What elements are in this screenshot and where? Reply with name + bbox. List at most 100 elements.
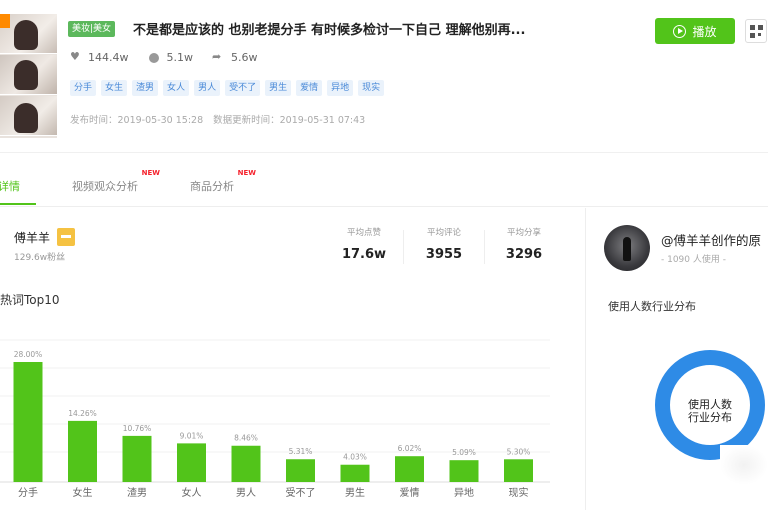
video-tag[interactable]: 女生 [101, 80, 128, 96]
video-tag[interactable]: 分手 [70, 80, 97, 96]
metric-divider [403, 230, 404, 264]
chart-value-label: 14.26% [68, 409, 97, 418]
tab-details[interactable]: 详情 [0, 178, 20, 194]
new-badge: NEW [237, 169, 256, 177]
shares-stat: 5.6w [212, 50, 258, 65]
chart-value-label: 6.02% [398, 444, 422, 453]
column-divider [585, 208, 586, 510]
creator-name[interactable]: @傅羊羊创作的原 [661, 230, 761, 249]
category-tag: 美妆|美女 [68, 21, 116, 37]
chart-value-label: 10.76% [123, 424, 152, 433]
thumbnail-figure [14, 20, 38, 50]
video-tag[interactable]: 异地 [327, 80, 354, 96]
video-tag[interactable]: 女人 [163, 80, 190, 96]
chart-category-label: 渣男 [127, 486, 147, 499]
chart-category-label: 女生 [73, 486, 93, 499]
chart-bar[interactable] [449, 460, 479, 482]
share-icon [212, 50, 223, 63]
metric-value: 3296 [505, 247, 543, 262]
video-thumbnail[interactable] [0, 14, 57, 138]
active-tab-indicator [0, 203, 36, 205]
chart-value-label: 5.30% [507, 447, 531, 456]
video-header: 美妆|美女 不是都是应该的 也别老提分手 有时候多检讨一下自己 理解他别再...… [0, 0, 768, 152]
chart-value-label: 8.46% [234, 434, 258, 443]
thumbnail-figure [14, 103, 38, 133]
avg-comments-metric: 平均评论 3955 [411, 226, 477, 270]
author-level-icon [57, 228, 75, 246]
video-stats: 144.4w 5.1w 5.6w [70, 50, 258, 65]
video-tag[interactable]: 男生 [265, 80, 292, 96]
metric-value: 3955 [425, 247, 463, 262]
tab-bar: 详情 视频观众分析 NEW 商品分析 NEW [0, 152, 768, 207]
chart-bar[interactable] [286, 459, 315, 482]
chart-category-label: 分手 [18, 486, 38, 499]
likes-stat: 144.4w [70, 50, 129, 65]
tab-label: 视频观众分析 [72, 180, 138, 193]
video-tag[interactable]: 受不了 [225, 80, 261, 96]
updated-time: 数据更新时间：2019-05-31 07:43 [213, 115, 366, 126]
chart-value-label: 5.31% [289, 447, 313, 456]
video-title[interactable]: 不是都是应该的 也别老提分手 有时候多检讨一下自己 理解他别再... [133, 19, 603, 38]
chart-category-label: 男生 [345, 486, 365, 499]
page-root: 美妆|美女 不是都是应该的 也别老提分手 有时候多检讨一下自己 理解他别再...… [0, 0, 768, 510]
video-tag[interactable]: 男人 [194, 80, 221, 96]
chart-category-label: 爱情 [400, 486, 420, 499]
tab-label: 商品分析 [190, 180, 234, 193]
video-timestamps: 发布时间：2019-05-30 15:28 数据更新时间：2019-05-31 … [70, 112, 365, 126]
blurred-overlay [720, 445, 768, 485]
metric-value: 17.6w [341, 247, 387, 262]
creator-usage-count: - 1090 人使用 - [661, 255, 726, 265]
video-tag[interactable]: 渣男 [132, 80, 159, 96]
comments-count: 5.1w [166, 51, 194, 64]
chart-title: 热词Top10 [0, 293, 60, 307]
tab-label: 详情 [0, 180, 20, 193]
donut-center-label: 使用人数 行业分布 [670, 398, 750, 424]
chart-category-label: 受不了 [286, 487, 316, 499]
chart-bar[interactable] [13, 362, 43, 482]
chart-bar[interactable] [504, 459, 533, 482]
tab-audience-analysis[interactable]: 视频观众分析 NEW [72, 169, 160, 194]
chart-value-label: 5.09% [452, 448, 476, 457]
hot-words-bar-chart: 28.00% 分手 14.26% 女生 10.76% 渣男 9.01% 女人 8.46% 男人 5.… [0, 339, 550, 499]
chart-bar[interactable] [231, 445, 261, 482]
metric-label: 平均点赞 [346, 228, 381, 238]
comments-stat: 5.1w [148, 51, 194, 64]
chart-value-label: 4.03% [343, 453, 367, 462]
author-fans: 129.6w粉丝 [14, 253, 66, 263]
video-tag[interactable]: 现实 [358, 80, 385, 96]
thumbnail-frame [0, 96, 57, 136]
new-badge: NEW [141, 169, 160, 177]
likes-count: 144.4w [88, 51, 129, 64]
chart-category-label: 男人 [236, 487, 256, 499]
chart-bar[interactable] [177, 443, 206, 482]
thumbnail-frame [0, 55, 57, 95]
tab-product-analysis[interactable]: 商品分析 NEW [190, 169, 256, 194]
thumbnail-figure [14, 60, 38, 90]
donut-label-line: 行业分布 [688, 411, 732, 424]
chart-category-label: 异地 [454, 486, 474, 499]
video-tag[interactable]: 爱情 [296, 80, 323, 96]
chart-value-label: 9.01% [180, 431, 204, 440]
metric-label: 平均分享 [506, 228, 541, 238]
chart-bar[interactable] [340, 464, 370, 482]
play-button[interactable]: 播放 [655, 18, 735, 44]
rank-badge [0, 14, 10, 28]
chart-bar[interactable] [395, 456, 424, 482]
play-button-label: 播放 [692, 24, 717, 39]
creator-avatar[interactable] [604, 225, 650, 271]
chart-value-label: 28.00% [14, 350, 43, 359]
chart-category-label: 现实 [509, 486, 529, 499]
chart-category-label: 女人 [182, 486, 202, 499]
play-icon [673, 24, 687, 38]
published-time: 发布时间：2019-05-30 15:28 [70, 115, 204, 126]
metric-divider [484, 230, 485, 264]
chart-bar[interactable] [122, 435, 152, 482]
chart-bar[interactable] [68, 420, 97, 482]
heart-icon [70, 50, 80, 63]
avg-likes-metric: 平均点赞 17.6w [331, 226, 397, 270]
qr-code-button[interactable] [745, 19, 767, 43]
metric-label: 平均评论 [426, 228, 461, 238]
video-tags: 分手 女生 渣男 女人 男人 受不了 男生 爱情 异地 现实 [70, 80, 385, 96]
qr-code-icon [749, 24, 763, 38]
avg-shares-metric: 平均分享 3296 [491, 226, 557, 270]
